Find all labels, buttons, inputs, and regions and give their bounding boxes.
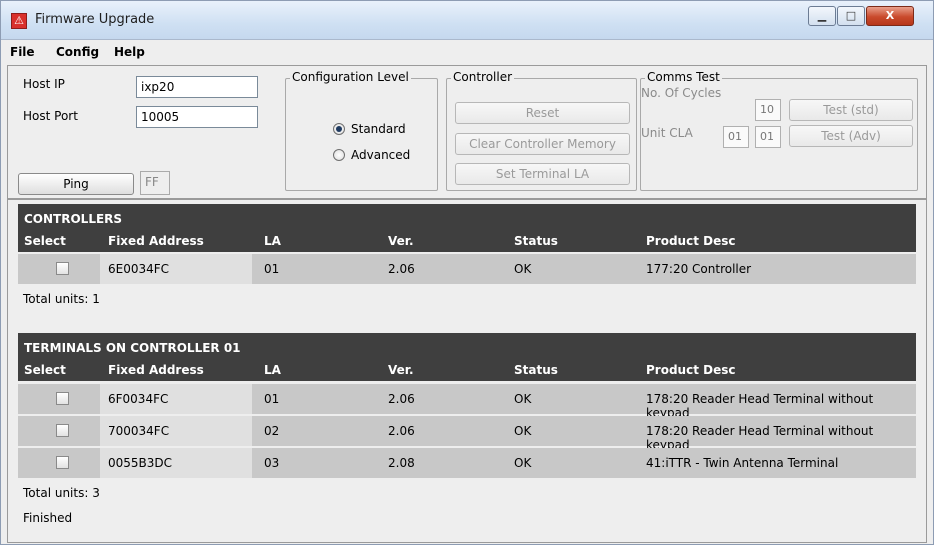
col-select: Select (24, 363, 66, 377)
test-adv-button[interactable]: Test (Adv) (789, 125, 913, 147)
fixed-address: 6F0034FC (108, 392, 169, 406)
app-logo-icon: ⚠ (11, 13, 27, 29)
fixed-address: 700034FC (108, 424, 170, 438)
title-bar[interactable]: ⚠ Firmware Upgrade ▁ □ X (1, 1, 933, 40)
control-panel: Host IP ixp20 Host Port 10005 Ping FF Co… (7, 65, 927, 199)
close-button[interactable]: X (866, 6, 914, 26)
radio-advanced-label: Advanced (351, 148, 411, 162)
close-icon: X (885, 9, 895, 22)
la: 02 (264, 424, 280, 438)
controller-legend: Controller (451, 70, 515, 84)
controllers-title: CONTROLLERS (24, 212, 123, 226)
table-row[interactable]: 6F0034FC 01 2.06 OK 178:20 Reader Head T… (18, 384, 916, 420)
cycles-input[interactable]: 10 (755, 99, 781, 121)
la: 03 (264, 456, 280, 470)
fixed-address: 6E0034FC (108, 262, 170, 276)
select-checkbox[interactable] (56, 456, 69, 469)
cla-input-2[interactable]: 01 (755, 126, 781, 148)
set-terminal-la-button[interactable]: Set Terminal LA (455, 163, 630, 185)
ping-result-field: FF (140, 171, 170, 195)
menu-config[interactable]: Config (56, 45, 99, 59)
col-ver: Ver. (388, 363, 414, 377)
terminals-header: TERMINALS ON CONTROLLER 01 Select Fixed … (18, 333, 916, 381)
radio-standard[interactable]: Standard (333, 122, 406, 136)
menu-help[interactable]: Help (114, 45, 145, 59)
col-ver: Ver. (388, 234, 414, 248)
col-fixed-address: Fixed Address (108, 234, 204, 248)
fixed-address: 0055B3DC (108, 456, 173, 470)
configuration-level-group: Configuration Level Standard Advanced (285, 70, 438, 191)
select-checkbox[interactable] (56, 392, 69, 405)
controllers-total: Total units: 1 (23, 292, 100, 306)
col-product-desc: Product Desc (646, 234, 736, 248)
version: 2.06 (388, 262, 415, 276)
product-desc: 177:20 Controller (646, 262, 752, 276)
unit-cla-label: Unit CLA (641, 126, 693, 140)
maximize-icon: □ (845, 9, 857, 22)
status: OK (514, 424, 532, 438)
terminals-total: Total units: 3 (23, 486, 100, 500)
minimize-button[interactable]: ▁ (808, 6, 836, 26)
radio-advanced[interactable]: Advanced (333, 148, 410, 162)
host-ip-label: Host IP (23, 77, 65, 91)
table-row[interactable]: 6E0034FC 01 2.06 OK 177:20 Controller (18, 254, 916, 284)
controllers-header: CONTROLLERS Select Fixed Address LA Ver.… (18, 204, 916, 252)
la: 01 (264, 262, 280, 276)
cla-input-1[interactable]: 01 (723, 126, 749, 148)
menu-bar: File Config Help (1, 40, 933, 64)
table-row[interactable]: 700034FC 02 2.06 OK 178:20 Reader Head T… (18, 416, 916, 452)
clear-controller-memory-button[interactable]: Clear Controller Memory (455, 133, 630, 155)
col-status: Status (514, 234, 558, 248)
status: OK (514, 456, 532, 470)
window-title: Firmware Upgrade (35, 12, 155, 27)
terminals-title: TERMINALS ON CONTROLLER 01 (24, 341, 241, 355)
table-row[interactable]: 0055B3DC 03 2.08 OK 41:iTTR - Twin Anten… (18, 448, 916, 478)
host-port-input[interactable]: 10005 (136, 106, 258, 128)
maximize-button[interactable]: □ (837, 6, 865, 26)
version: 2.06 (388, 424, 415, 438)
minimize-icon: ▁ (817, 9, 827, 22)
cycles-label: No. Of Cycles (641, 86, 722, 100)
col-la: LA (264, 363, 281, 377)
radio-selected-icon (333, 123, 345, 135)
device-list-panel: CONTROLLERS Select Fixed Address LA Ver.… (7, 199, 927, 543)
version: 2.06 (388, 392, 415, 406)
reset-button[interactable]: Reset (455, 102, 630, 124)
status: OK (514, 262, 532, 276)
col-la: LA (264, 234, 281, 248)
controller-group: Controller Reset Clear Controller Memory… (446, 70, 637, 191)
configuration-level-legend: Configuration Level (290, 70, 411, 84)
radio-unselected-icon (333, 149, 345, 161)
comms-test-legend: Comms Test (645, 70, 722, 84)
col-product-desc: Product Desc (646, 363, 736, 377)
status-text: Finished (23, 511, 73, 525)
comms-test-group: Comms Test No. Of Cycles 10 Test (std) U… (640, 70, 918, 191)
ping-button[interactable]: Ping (18, 173, 134, 195)
select-checkbox[interactable] (56, 262, 69, 275)
firmware-upgrade-window: ⚠ Firmware Upgrade ▁ □ X File Config Hel… (0, 0, 934, 545)
col-select: Select (24, 234, 66, 248)
host-ip-input[interactable]: ixp20 (136, 76, 258, 98)
version: 2.08 (388, 456, 415, 470)
test-std-button[interactable]: Test (std) (789, 99, 913, 121)
status: OK (514, 392, 532, 406)
col-fixed-address: Fixed Address (108, 363, 204, 377)
product-desc: 41:iTTR - Twin Antenna Terminal (646, 456, 839, 470)
col-status: Status (514, 363, 558, 377)
select-checkbox[interactable] (56, 424, 69, 437)
la: 01 (264, 392, 280, 406)
host-port-label: Host Port (23, 109, 78, 123)
radio-standard-label: Standard (351, 122, 406, 136)
menu-file[interactable]: File (10, 45, 35, 59)
